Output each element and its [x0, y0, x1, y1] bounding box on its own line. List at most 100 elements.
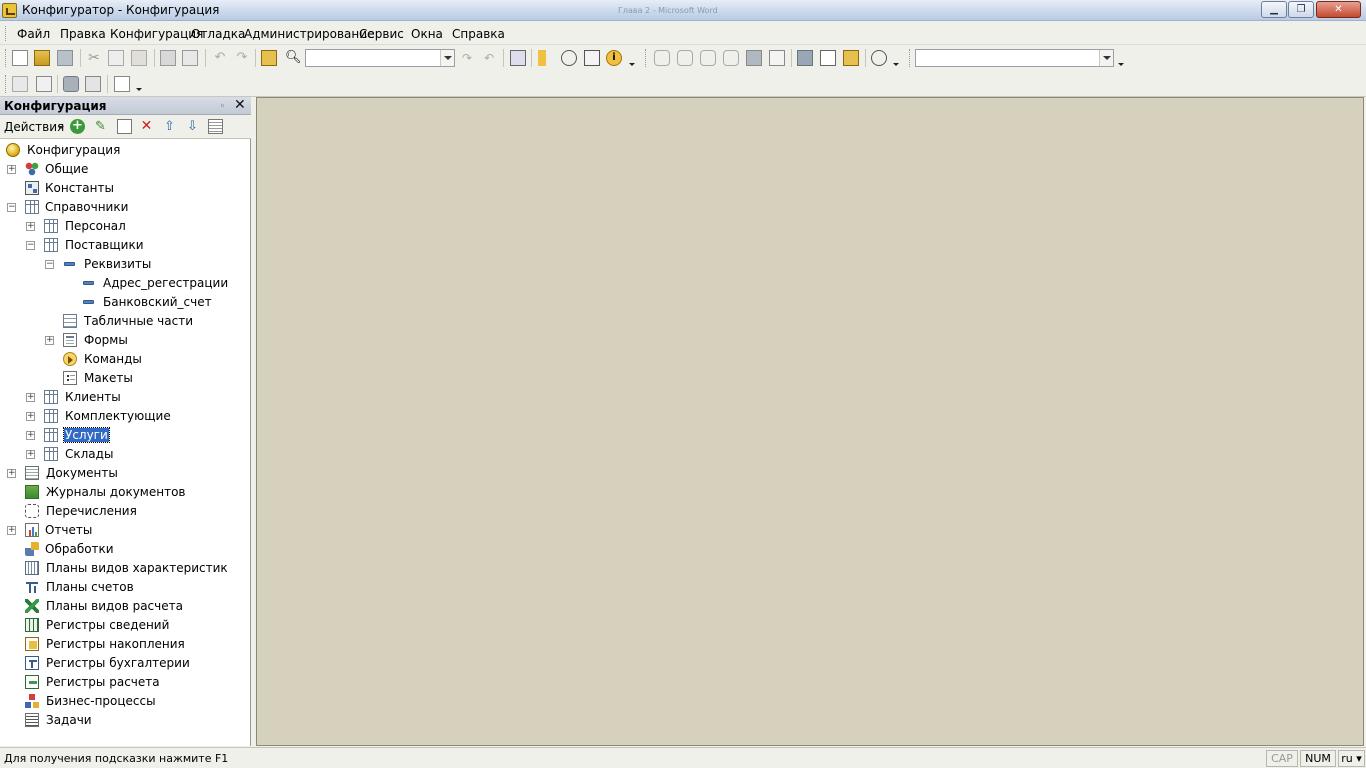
- expand-icon[interactable]: +: [26, 431, 35, 440]
- tree-item-forms[interactable]: + Формы: [0, 331, 250, 350]
- move-down-icon[interactable]: ⇩: [185, 119, 200, 134]
- tree-item-personnel[interactable]: + Персонал: [0, 217, 250, 236]
- expand-icon[interactable]: +: [7, 469, 16, 478]
- copy-item-icon[interactable]: [117, 119, 132, 134]
- paste-icon[interactable]: [131, 50, 147, 66]
- add-icon[interactable]: +: [70, 119, 85, 134]
- pin-icon[interactable]: ₕ: [221, 100, 224, 109]
- toolbar-overflow-icon[interactable]: [1118, 63, 1124, 66]
- tree-item-suppliers[interactable]: − Поставщики: [0, 236, 250, 255]
- search-combobox-dropdown-icon[interactable]: [440, 50, 454, 66]
- tree-item-tasks[interactable]: Задачи: [0, 711, 250, 730]
- menu-grip[interactable]: [5, 26, 8, 41]
- tree-item-accumulation-registers[interactable]: Регистры накопления: [0, 635, 250, 654]
- search-combobox[interactable]: [305, 49, 455, 67]
- collapse-icon[interactable]: −: [45, 260, 54, 269]
- open-configuration-icon[interactable]: [12, 76, 28, 92]
- tree-item-data-processors[interactable]: Обработки: [0, 540, 250, 559]
- menu-debug[interactable]: Отладка: [191, 27, 245, 41]
- open-window-icon[interactable]: [820, 50, 836, 66]
- actions-menu[interactable]: Действия: [4, 120, 64, 134]
- sync-icon[interactable]: [85, 76, 101, 92]
- menu-service[interactable]: Сервис: [359, 27, 404, 41]
- menu-file[interactable]: Файл: [17, 27, 50, 41]
- notepad-icon[interactable]: [584, 50, 600, 66]
- database-update-icon[interactable]: [797, 50, 813, 66]
- search-icon[interactable]: 🔍︎: [285, 50, 302, 66]
- minimize-button[interactable]: ▁: [1261, 1, 1287, 18]
- start-debugging-icon[interactable]: [769, 50, 785, 66]
- breakpoint-icon[interactable]: [746, 50, 762, 66]
- tree-item-accounting-registers[interactable]: Регистры бухгалтерии: [0, 654, 250, 673]
- tree-item-calculation-registers[interactable]: Регистры расчета: [0, 673, 250, 692]
- tree-item-general[interactable]: + Общие: [0, 160, 250, 179]
- step-out-icon[interactable]: [700, 50, 716, 66]
- database-config-icon[interactable]: [63, 76, 79, 92]
- timer-dropdown-icon[interactable]: [893, 63, 899, 66]
- tree-item-catalogs[interactable]: − Справочники: [0, 198, 250, 217]
- toolbar-grip[interactable]: [5, 75, 6, 93]
- tree-item-characteristic-types[interactable]: Планы видов характеристик: [0, 559, 250, 578]
- print-preview-icon[interactable]: [182, 50, 198, 66]
- run-to-cursor-icon[interactable]: [723, 50, 739, 66]
- menu-windows[interactable]: Окна: [411, 27, 443, 41]
- expand-icon[interactable]: +: [26, 412, 35, 421]
- find-next-icon[interactable]: ↷: [459, 50, 475, 66]
- maximize-button[interactable]: ❐: [1288, 1, 1314, 18]
- tree-item-warehouses[interactable]: + Склады: [0, 445, 250, 464]
- tree-item-calculation-types[interactable]: Планы видов расчета: [0, 597, 250, 616]
- collapse-icon[interactable]: −: [26, 241, 35, 250]
- open-folder-icon[interactable]: [34, 50, 50, 66]
- expand-icon[interactable]: +: [26, 450, 35, 459]
- app-icon[interactable]: [2, 3, 17, 18]
- tree-item-reports[interactable]: + Отчеты: [0, 521, 250, 540]
- menu-administration[interactable]: Администрирование: [244, 27, 374, 41]
- secondary-combobox-dropdown-icon[interactable]: [1099, 50, 1113, 66]
- tree-item-bank-account[interactable]: Банковский_счет: [0, 293, 250, 312]
- collapse-icon[interactable]: −: [7, 203, 16, 212]
- delete-icon[interactable]: ✕: [139, 119, 154, 134]
- expand-icon[interactable]: +: [7, 165, 16, 174]
- tree-item-enumerations[interactable]: Перечисления: [0, 502, 250, 521]
- run-dropdown-icon[interactable]: [136, 88, 142, 91]
- toolbar-grip[interactable]: [5, 49, 6, 67]
- sort-icon[interactable]: [208, 119, 223, 134]
- actions-dropdown-icon[interactable]: [58, 126, 64, 129]
- performance-timer-icon[interactable]: [871, 50, 887, 66]
- tree-item-document-journals[interactable]: Журналы документов: [0, 483, 250, 502]
- info-dropdown-icon[interactable]: [629, 63, 635, 66]
- find-in-folder-icon[interactable]: [261, 50, 277, 66]
- move-up-icon[interactable]: ⇧: [162, 119, 177, 134]
- expand-icon[interactable]: +: [26, 222, 35, 231]
- expand-icon[interactable]: +: [7, 526, 16, 535]
- tree-item-tabular-sections[interactable]: Табличные части: [0, 312, 250, 331]
- edit-icon[interactable]: ✎: [93, 119, 108, 134]
- menu-help[interactable]: Справка: [452, 27, 505, 41]
- panel-close-icon[interactable]: ✕: [234, 97, 246, 113]
- tree-item-attributes[interactable]: − Реквизиты: [0, 255, 250, 274]
- info-icon[interactable]: i: [606, 50, 622, 66]
- menu-configuration[interactable]: Конфигурация: [110, 27, 203, 41]
- help-search-icon[interactable]: [561, 50, 577, 66]
- toolbar-grip[interactable]: [645, 49, 646, 67]
- syntax-assistant-icon[interactable]: [538, 50, 554, 66]
- tree-item-registration-address[interactable]: Адрес_регестрации: [0, 274, 250, 293]
- toolbar-grip[interactable]: [909, 49, 910, 67]
- tree-item-clients[interactable]: + Клиенты: [0, 388, 250, 407]
- close-button[interactable]: ✕: [1316, 1, 1361, 18]
- windows-icon[interactable]: [510, 50, 526, 66]
- expand-icon[interactable]: +: [45, 336, 54, 345]
- new-file-icon[interactable]: [12, 50, 28, 66]
- tree-item-business-processes[interactable]: Бизнес-процессы: [0, 692, 250, 711]
- menu-edit[interactable]: Правка: [60, 27, 106, 41]
- find-previous-icon[interactable]: ↶: [481, 50, 497, 66]
- print-icon[interactable]: [160, 50, 176, 66]
- tree-item-charts-of-accounts[interactable]: Планы счетов: [0, 578, 250, 597]
- secondary-combobox[interactable]: [915, 49, 1114, 67]
- compare-icon[interactable]: [843, 50, 859, 66]
- tree-item-services[interactable]: + Услуги: [0, 426, 250, 445]
- cut-icon[interactable]: ✂: [86, 50, 102, 66]
- step-over-icon[interactable]: [677, 50, 693, 66]
- redo-icon[interactable]: ↷: [234, 50, 250, 66]
- tree-item-documents[interactable]: + Документы: [0, 464, 250, 483]
